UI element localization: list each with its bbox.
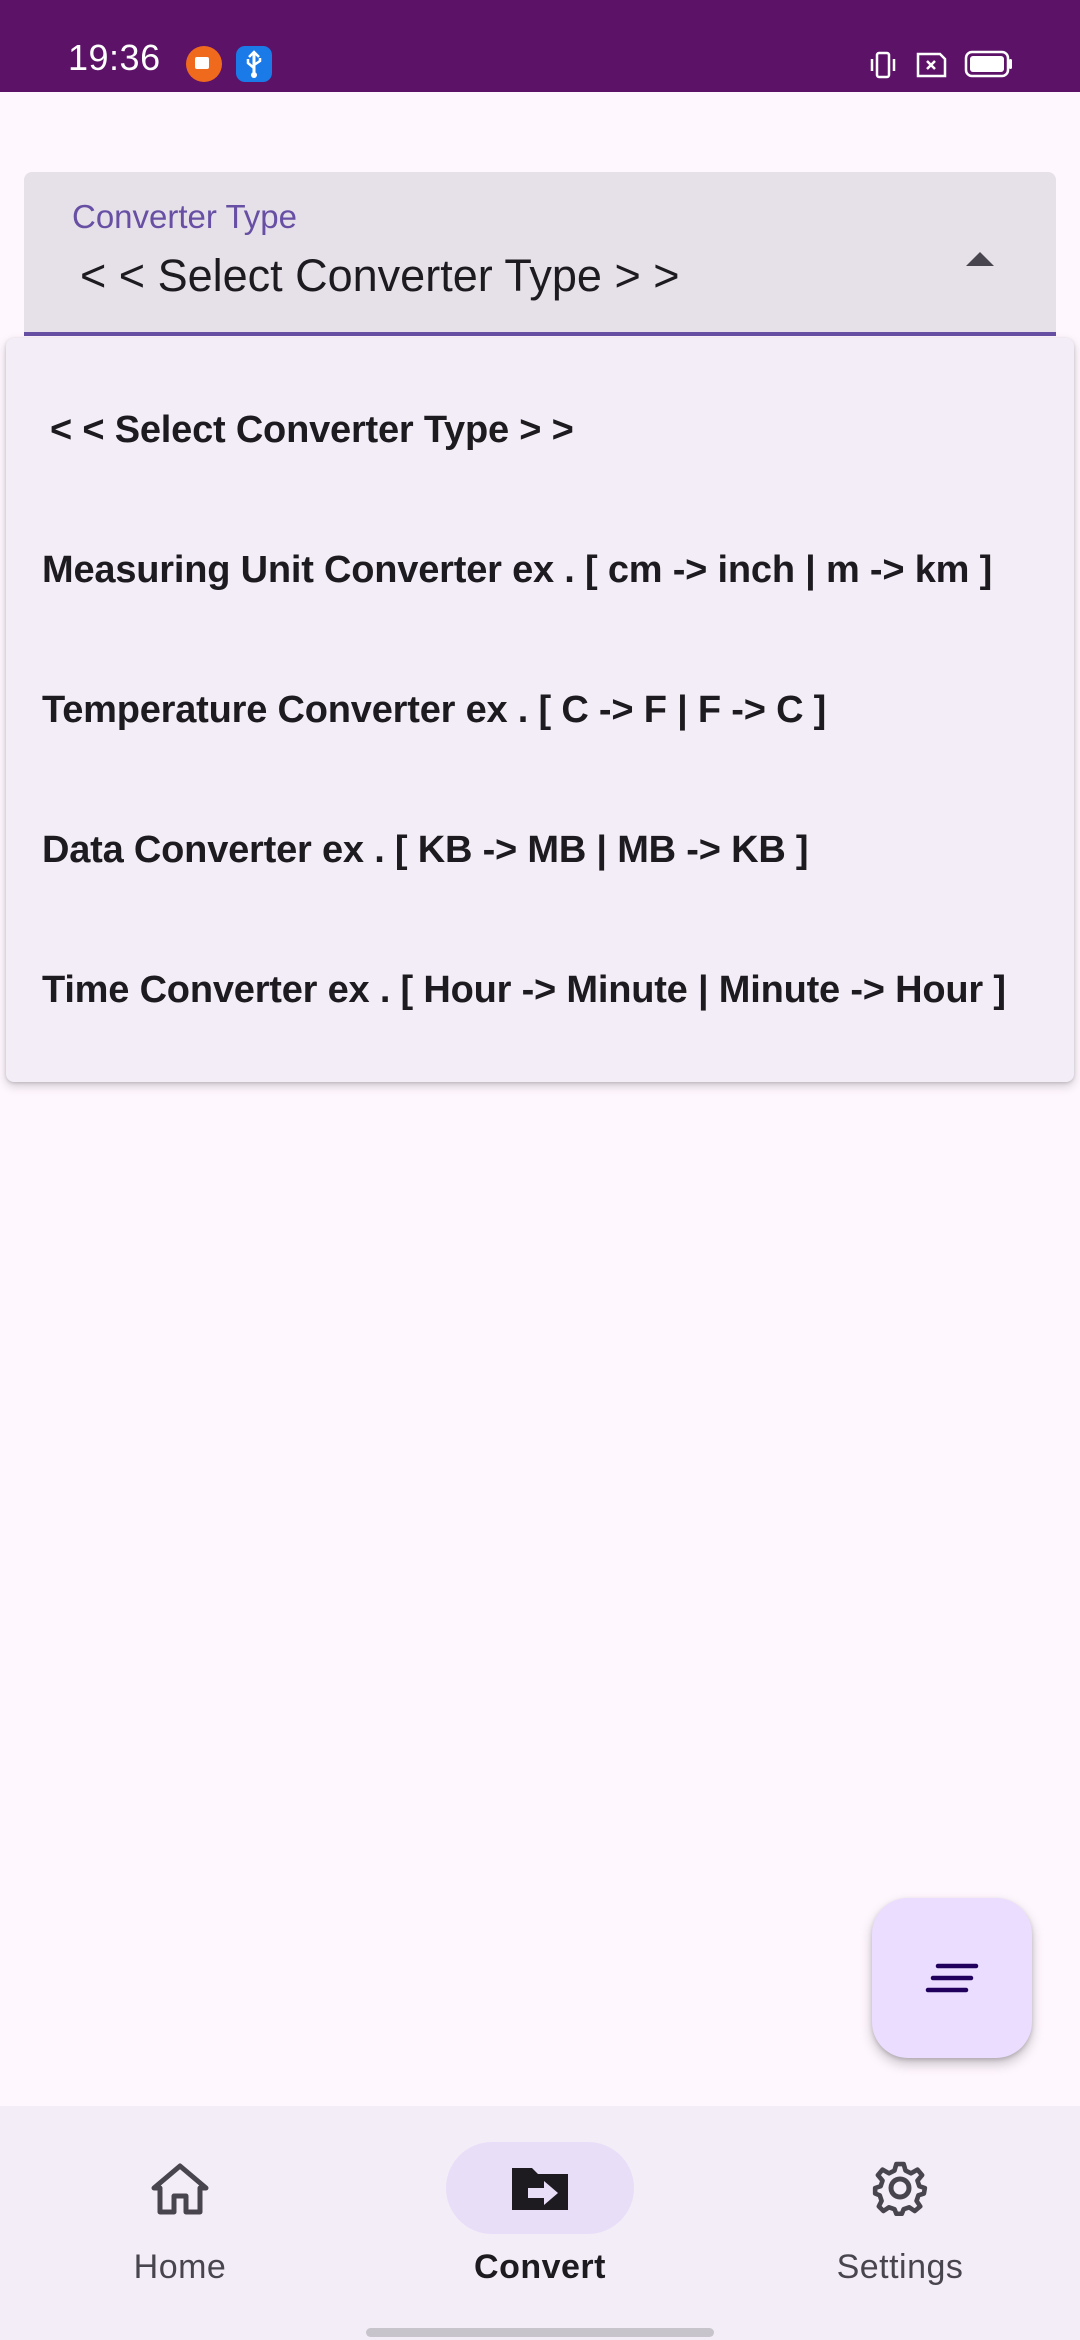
- battery-icon: [964, 50, 1014, 78]
- usb-icon: [236, 46, 272, 82]
- menu-item-select-placeholder[interactable]: < < Select Converter Type > >: [6, 360, 1074, 500]
- menu-item-measuring-unit[interactable]: Measuring Unit Converter ex . [ cm -> in…: [6, 500, 1074, 640]
- screen-recorder-icon: [186, 46, 222, 82]
- vibrate-icon: [868, 50, 898, 80]
- menu-item-data[interactable]: Data Converter ex . [ KB -> MB | MB -> K…: [6, 780, 1074, 920]
- menu-item-time[interactable]: Time Converter ex . [ Hour -> Minute | M…: [6, 920, 1074, 1060]
- arrow-drop-up-icon[interactable]: [960, 244, 1000, 274]
- nav-label-settings: Settings: [836, 2248, 964, 2286]
- nav-label-convert: Convert: [474, 2248, 606, 2286]
- menu-item-temperature[interactable]: Temperature Converter ex . [ C -> F | F …: [6, 640, 1074, 780]
- folder-arrow-icon: [512, 2168, 568, 2210]
- sim-icon: [914, 50, 948, 80]
- home-icon: [151, 2163, 209, 2215]
- gesture-navigation-bar[interactable]: [366, 2328, 714, 2337]
- status-time: 19:36: [68, 37, 161, 78]
- fab-button[interactable]: [872, 1898, 1032, 2058]
- status-bar: 19:36: [0, 0, 1080, 92]
- nav-item-settings[interactable]: Settings: [720, 2106, 1080, 2340]
- nav-item-convert[interactable]: Convert: [360, 2106, 720, 2340]
- bottom-nav: Home Convert Settings: [0, 2106, 1080, 2340]
- nav-label-home: Home: [133, 2248, 227, 2286]
- screen: 19:36 Converter Type < < Select Converte…: [0, 0, 1080, 2340]
- gear-icon: [872, 2161, 928, 2217]
- converter-type-label: Converter Type: [72, 198, 298, 235]
- converter-type-menu: < < Select Converter Type > > Measuring …: [6, 338, 1074, 1082]
- nav-item-home[interactable]: Home: [0, 2106, 360, 2340]
- sort-lines-icon: [925, 1963, 979, 1993]
- converter-type-dropdown[interactable]: Converter Type < < Select Converter Type…: [24, 172, 1056, 336]
- converter-type-value: < < Select Converter Type > >: [80, 250, 680, 301]
